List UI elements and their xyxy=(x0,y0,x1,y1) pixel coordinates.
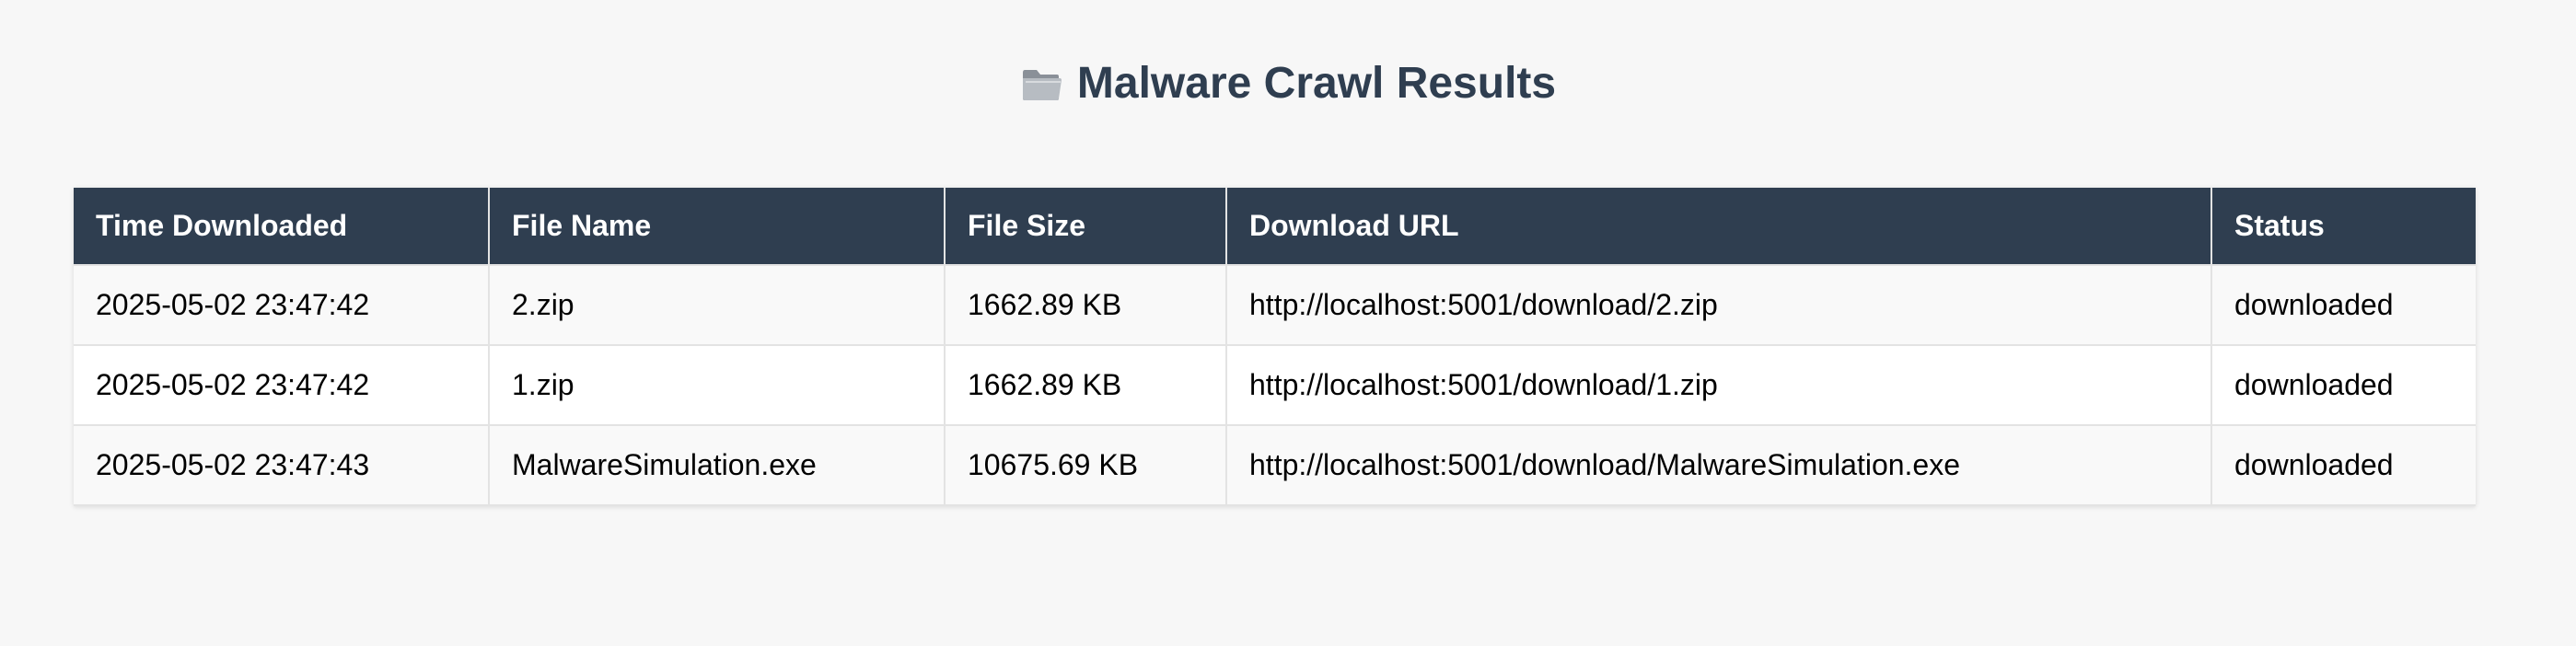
table-header-row: Time Downloaded File Name File Size Down… xyxy=(74,188,2476,265)
table-row: 2025-05-02 23:47:43 MalwareSimulation.ex… xyxy=(74,424,2476,506)
cell-download-url: http://localhost:5001/download/1.zip xyxy=(1226,344,2212,425)
folder-icon xyxy=(1020,62,1064,106)
page-title: Malware Crawl Results xyxy=(1020,53,1556,114)
cell-time-downloaded: 2025-05-02 23:47:42 xyxy=(74,264,490,345)
cell-status: downloaded xyxy=(2211,344,2476,425)
page-header: Malware Crawl Results xyxy=(0,53,2576,114)
cell-status: downloaded xyxy=(2211,264,2476,345)
cell-file-size: 1662.89 KB xyxy=(945,264,1227,345)
results-table-container: Time Downloaded File Name File Size Down… xyxy=(74,188,2476,506)
cell-file-name: 2.zip xyxy=(489,264,946,345)
column-header-time-downloaded[interactable]: Time Downloaded xyxy=(74,188,490,265)
results-table: Time Downloaded File Name File Size Down… xyxy=(74,188,2476,506)
cell-status: downloaded xyxy=(2211,424,2476,506)
cell-time-downloaded: 2025-05-02 23:47:42 xyxy=(74,344,490,425)
table-row: 2025-05-02 23:47:42 2.zip 1662.89 KB htt… xyxy=(74,264,2476,345)
cell-file-name: MalwareSimulation.exe xyxy=(489,424,946,506)
column-header-status[interactable]: Status xyxy=(2211,188,2476,265)
table-row: 2025-05-02 23:47:42 1.zip 1662.89 KB htt… xyxy=(74,344,2476,425)
cell-download-url: http://localhost:5001/download/MalwareSi… xyxy=(1226,424,2212,506)
cell-file-size: 10675.69 KB xyxy=(945,424,1227,506)
column-header-download-url[interactable]: Download URL xyxy=(1226,188,2212,265)
page-title-text: Malware Crawl Results xyxy=(1076,59,1557,108)
column-header-file-size[interactable]: File Size xyxy=(945,188,1227,265)
cell-file-size: 1662.89 KB xyxy=(945,344,1227,425)
cell-file-name: 1.zip xyxy=(489,344,946,425)
cell-time-downloaded: 2025-05-02 23:47:43 xyxy=(74,424,490,506)
column-header-file-name[interactable]: File Name xyxy=(489,188,946,265)
cell-download-url: http://localhost:5001/download/2.zip xyxy=(1226,264,2212,345)
